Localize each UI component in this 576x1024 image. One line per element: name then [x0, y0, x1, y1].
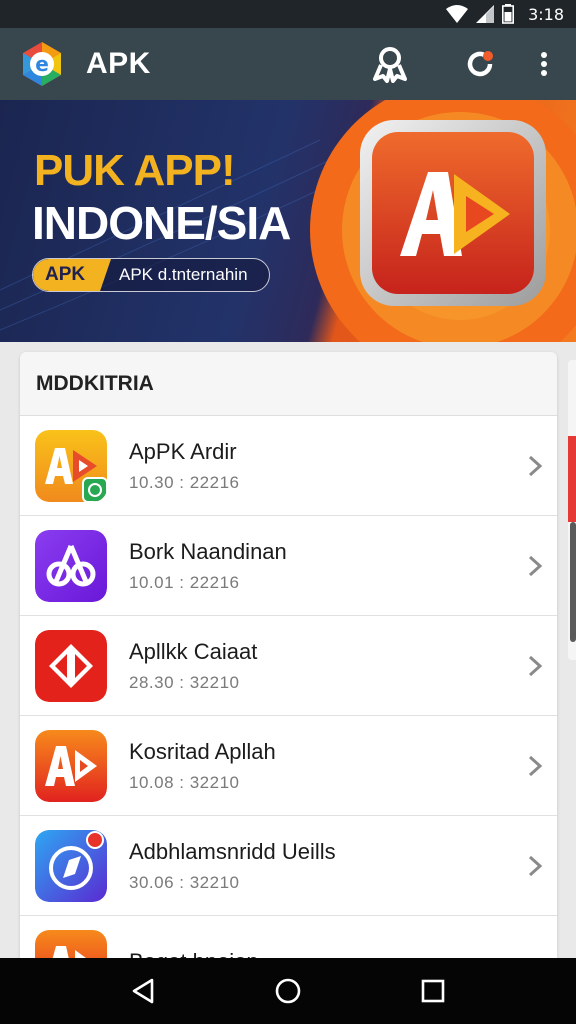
scrollbar-thumb[interactable]	[570, 522, 576, 642]
ab-purple-icon	[35, 529, 107, 602]
banner-app-logo-icon	[360, 120, 546, 306]
app-title: APK	[86, 47, 151, 80]
refresh-button[interactable]	[458, 42, 502, 86]
chevron-right-icon	[528, 755, 543, 776]
chevron-right-icon	[528, 855, 543, 876]
refresh-icon	[467, 51, 493, 77]
chevron-right-icon	[528, 555, 543, 576]
app-name: ApPK Ardir	[129, 438, 237, 464]
profile-button[interactable]	[368, 42, 412, 86]
side-panel-accent	[568, 436, 576, 522]
pill-tag: APK	[33, 259, 111, 291]
banner-pill[interactable]: APK APK d.tnternahin	[32, 258, 270, 292]
recents-square-icon	[422, 979, 445, 1003]
clock: 3:18	[528, 4, 564, 24]
battery-icon	[502, 4, 515, 24]
list-item[interactable]: ApPK Ardir 10.30 : 22216	[20, 416, 557, 516]
ad-orange-icon	[35, 729, 107, 802]
pill-text: APK d.tnternahin	[119, 265, 248, 284]
recents-button[interactable]	[411, 969, 455, 1013]
more-options-button[interactable]	[522, 42, 566, 86]
list-item[interactable]: Bork Naandinan 10.01 : 22216	[20, 516, 557, 616]
chevron-right-icon	[528, 655, 543, 676]
home-circle-icon	[275, 978, 301, 1004]
app-logo-icon: e	[23, 42, 61, 86]
app-name: Apllkk Caiaat	[129, 638, 258, 664]
list-item[interactable]: Adbhlamsnridd Ueills 30.06 : 32210	[20, 816, 557, 916]
more-vert-icon	[541, 52, 547, 76]
diamond-red-icon	[35, 629, 107, 702]
back-triangle-icon	[132, 978, 153, 1004]
chevron-right-icon	[528, 455, 543, 476]
ad-yellow-icon	[35, 429, 107, 502]
list-item[interactable]: Kosritad Apllah 10.08 : 32210	[20, 716, 557, 816]
app-list-card: MDDKITRIA ApPK Ardir 10.30 : 22216 Bork …	[20, 352, 557, 972]
section-header: MDDKITRIA	[20, 352, 557, 416]
svg-text:e: e	[35, 52, 49, 76]
app-meta: 28.30 : 32210	[129, 672, 240, 692]
app-meta: 10.30 : 22216	[129, 472, 240, 492]
app-name: Kosritad Apllah	[129, 738, 276, 764]
signal-icon	[476, 5, 495, 23]
back-button[interactable]	[121, 969, 165, 1013]
banner-headline: PUK APP!	[34, 146, 236, 195]
status-bar: 3:18	[0, 0, 576, 28]
wifi-icon	[446, 5, 469, 23]
promo-banner[interactable]: PUK APP! INDONE/SIA APK APK d.tnternahin	[0, 100, 576, 342]
app-name: Bork Naandinan	[129, 538, 287, 564]
compass-blue-icon	[35, 829, 107, 902]
app-name: Adbhlamsnridd Ueills	[129, 838, 336, 864]
list-item[interactable]: Apllkk Caiaat 28.30 : 32210	[20, 616, 557, 716]
app-meta: 30.06 : 32210	[129, 872, 240, 892]
banner-title: INDONE/SIA	[32, 197, 291, 249]
app-meta: 10.01 : 22216	[129, 572, 240, 592]
user-badge-icon	[373, 47, 407, 83]
home-button[interactable]	[266, 969, 310, 1013]
app-meta: 10.08 : 32210	[129, 772, 240, 792]
system-nav-bar	[0, 958, 576, 1024]
app-bar: e APK	[0, 28, 576, 100]
